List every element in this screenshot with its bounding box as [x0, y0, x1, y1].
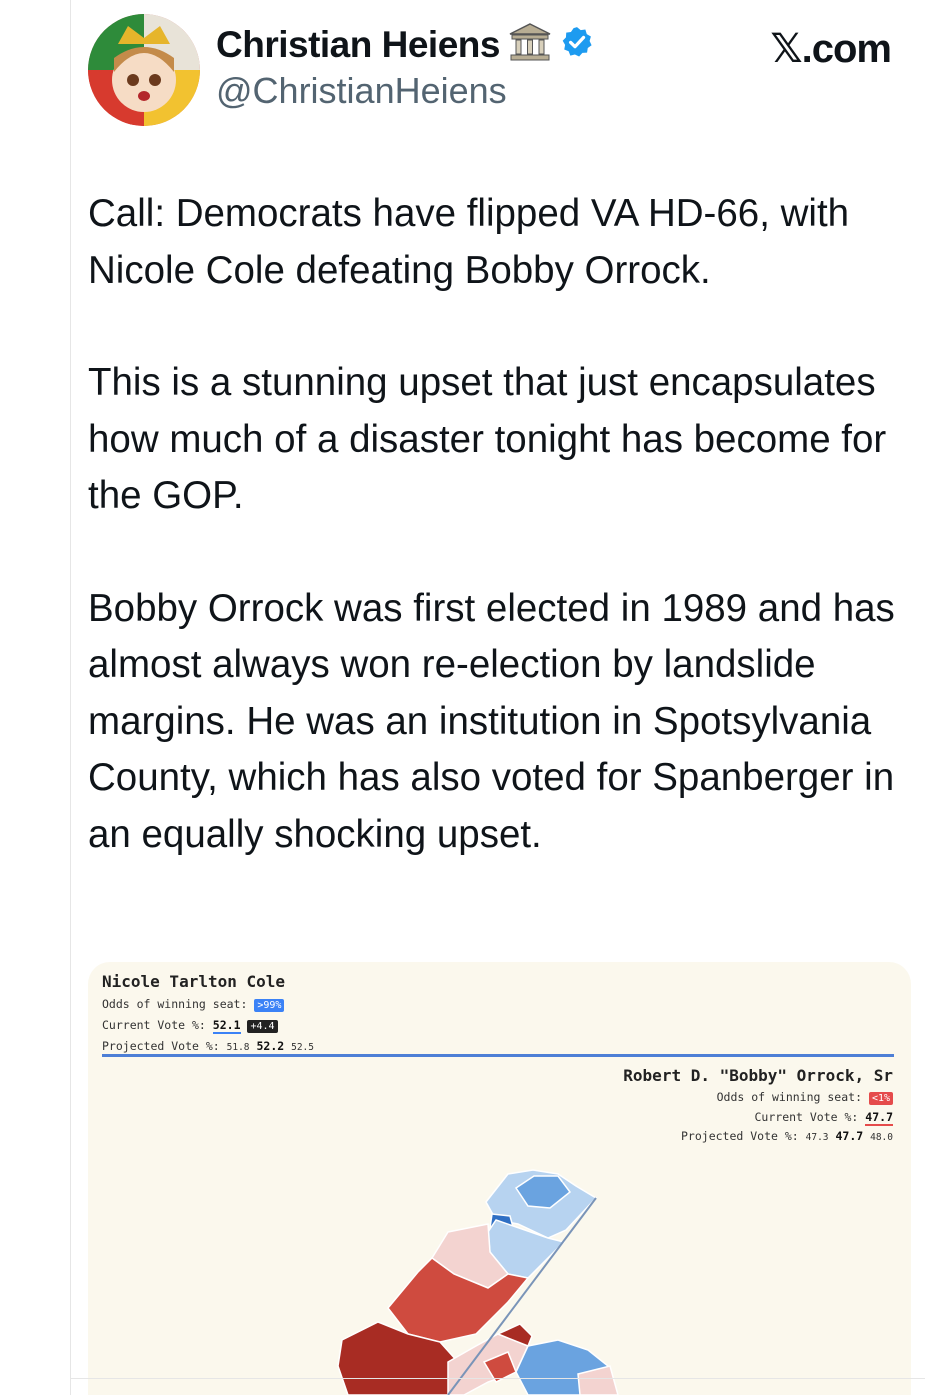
embedded-results-image[interactable]: Nicole Tarlton Cole Odds of winning seat…: [88, 962, 911, 1395]
institution-emoji-icon: [508, 22, 552, 67]
author-row[interactable]: Christian Heiens: [216, 22, 594, 67]
tweet-text: Call: Democrats have flipped VA HD-66, w…: [88, 186, 903, 863]
x-com-link[interactable]: 𝕏.com: [770, 26, 892, 72]
card-bottom-border: [70, 1378, 925, 1379]
tweet-paragraph: This is a stunning upset that just encap…: [88, 361, 887, 517]
avatar[interactable]: [88, 14, 200, 126]
author-handle[interactable]: @ChristianHeiens: [216, 70, 507, 112]
verified-badge-icon: [560, 25, 594, 64]
tweet-paragraph: Bobby Orrock was first elected in 1989 a…: [88, 586, 895, 856]
display-name[interactable]: Christian Heiens: [216, 24, 500, 66]
district-precinct-map: [337, 1169, 619, 1395]
tweet-paragraph: Call: Democrats have flipped VA HD-66, w…: [88, 192, 850, 292]
